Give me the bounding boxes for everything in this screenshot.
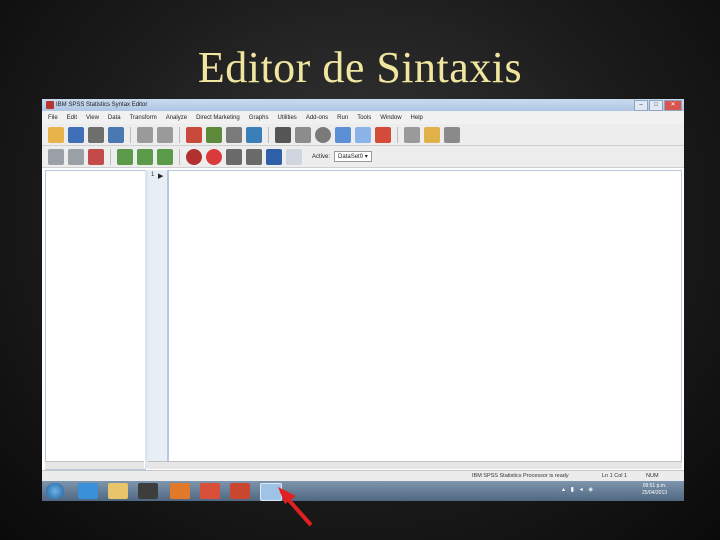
arrow-shaft xyxy=(284,495,313,527)
arrow-head xyxy=(278,487,296,504)
red-arrow-pointer xyxy=(278,487,313,527)
